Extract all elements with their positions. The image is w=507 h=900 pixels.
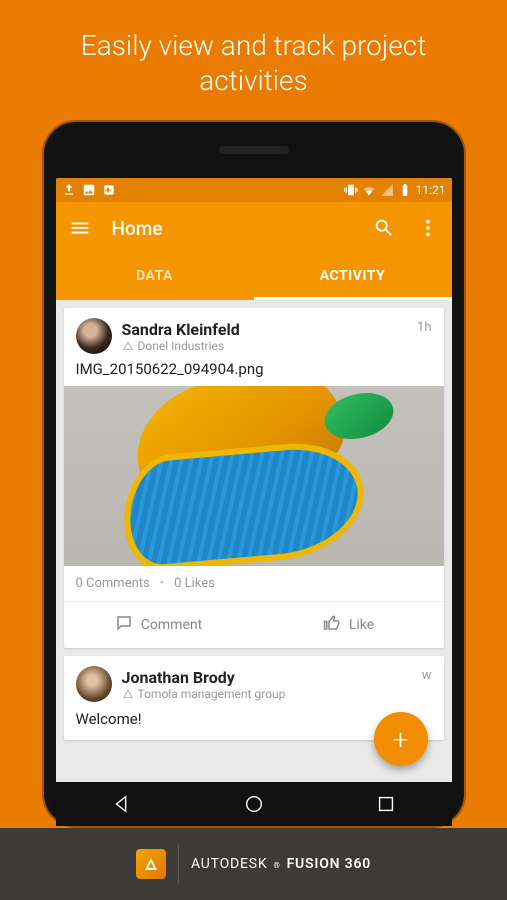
page-title: Home xyxy=(112,217,352,240)
like-label: Like xyxy=(349,617,374,633)
promo-headline: Easily view and track project activities xyxy=(0,0,507,116)
tab-data[interactable]: DATA xyxy=(56,254,254,300)
back-icon[interactable] xyxy=(111,793,133,815)
post-meta: 0 Comments • 0 Likes xyxy=(64,566,444,601)
org-icon xyxy=(122,340,134,352)
vibrate-icon xyxy=(344,183,358,197)
tab-activity[interactable]: ACTIVITY xyxy=(254,254,452,300)
post-filename: IMG_20150622_094904.png xyxy=(64,360,444,386)
user-org: Donel Industries xyxy=(122,339,408,353)
app-bar: Home xyxy=(56,202,452,254)
brand-text: AUTODESK® FUSION 360 xyxy=(191,856,371,872)
fab-add-button[interactable]: + xyxy=(374,712,428,766)
signal-icon xyxy=(380,183,394,197)
brand-fusion: FUSION 360 xyxy=(287,856,372,872)
upload-icon xyxy=(62,183,76,197)
comment-button[interactable]: Comment xyxy=(64,602,254,648)
recents-icon[interactable] xyxy=(375,793,397,815)
activity-card[interactable]: Sandra Kleinfeld Donel Industries 1h IMG… xyxy=(64,308,444,648)
home-icon[interactable] xyxy=(243,793,265,815)
promo-footer: AUTODESK® FUSION 360 xyxy=(0,828,507,900)
wifi-icon xyxy=(362,183,376,197)
post-time: w xyxy=(422,668,432,683)
comments-count: 0 Comments xyxy=(76,576,150,591)
app-notification-icon xyxy=(102,183,116,197)
thumbs-up-icon xyxy=(323,614,341,636)
user-org-label: Donel Industries xyxy=(138,339,225,353)
likes-count: 0 Likes xyxy=(174,576,215,591)
avatar[interactable] xyxy=(76,666,112,702)
android-nav-bar xyxy=(56,782,452,826)
search-icon[interactable] xyxy=(372,216,396,240)
org-icon xyxy=(122,688,134,700)
status-bar: 11:21 xyxy=(56,178,452,202)
user-org: Tomola management group xyxy=(122,687,412,701)
overflow-icon[interactable] xyxy=(416,216,440,240)
user-name: Sandra Kleinfeld xyxy=(122,320,408,339)
hamburger-icon[interactable] xyxy=(68,216,92,240)
brand-logo-icon xyxy=(136,849,166,879)
comment-label: Comment xyxy=(141,617,202,633)
activity-feed[interactable]: Sandra Kleinfeld Donel Industries 1h IMG… xyxy=(56,300,452,782)
post-image[interactable] xyxy=(64,386,444,566)
tab-bar: DATA ACTIVITY xyxy=(56,254,452,300)
brand-autodesk: AUTODESK xyxy=(191,856,268,872)
like-button[interactable]: Like xyxy=(254,602,444,648)
device-screen: 11:21 Home DATA ACTIVITY xyxy=(56,178,452,826)
post-time: 1h xyxy=(417,320,431,335)
user-org-label: Tomola management group xyxy=(138,687,286,701)
device-frame: 11:21 Home DATA ACTIVITY xyxy=(44,122,464,826)
battery-icon xyxy=(398,183,412,197)
user-name: Jonathan Brody xyxy=(122,668,412,687)
comment-icon xyxy=(115,614,133,636)
status-time: 11:21 xyxy=(416,183,446,197)
avatar[interactable] xyxy=(76,318,112,354)
image-icon xyxy=(82,183,96,197)
